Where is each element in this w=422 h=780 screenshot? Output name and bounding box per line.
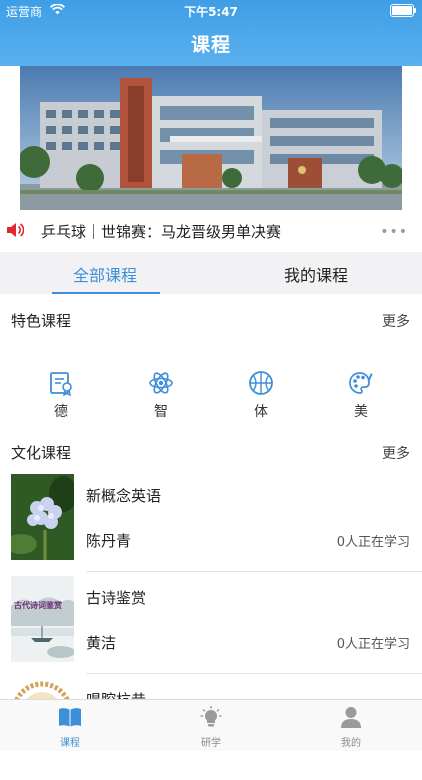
status-bar: 运营商 下午5:47 [0,2,422,20]
palette-icon [341,370,381,396]
course-card[interactable]: 新概念英语 陈丹青 0人正在学习 [0,474,422,576]
campus-building-image [20,66,402,210]
tabbar-label: 研学 [201,738,221,749]
tab-my-courses[interactable]: 我的课程 [284,262,348,286]
tabbar-study-tour[interactable]: 研学 [181,706,241,749]
course-tabs: 全部课程 我的课程 [0,252,422,294]
tabbar-profile[interactable]: 我的 [321,706,381,749]
clock: 下午5:47 [184,5,238,19]
category-moral[interactable]: 德 [41,370,81,421]
row-divider [86,673,422,674]
category-physical[interactable]: 体 [241,370,281,421]
featured-more-link[interactable]: 更多 [382,311,410,331]
basketball-icon [241,370,281,396]
speaker-icon [6,222,25,242]
culture-courses-header: 文化课程 更多 [0,436,422,474]
tabbar-courses[interactable]: 课程 [40,706,100,749]
row-divider [86,571,422,572]
category-label: 美 [354,404,368,420]
learner-count: 0人正在学习 [336,637,410,652]
tabbar-label: 课程 [60,738,80,749]
page-title: 课程 [190,34,231,56]
course-thumbnail [11,474,74,560]
thumbnail-caption: 古代诗词鉴赏 [14,601,62,610]
course-title: 古诗鉴赏 [86,589,147,607]
course-teacher: 陈丹青 [86,532,132,550]
category-label: 体 [254,404,268,420]
certificate-icon [41,370,81,396]
course-teacher: 黄洁 [86,634,117,652]
announcement-bar[interactable]: 乒乓球｜世锦赛：马龙晋级男单决赛 ••• [0,210,422,252]
banner-carousel[interactable] [0,66,422,210]
category-intellect[interactable]: 智 [141,370,181,421]
category-aesthetic[interactable]: 美 [341,370,381,421]
category-label: 智 [154,404,168,420]
course-thumbnail: 古代诗词鉴赏 [11,576,74,662]
course-card[interactable]: 古代诗词鉴赏 古诗鉴赏 黄洁 0人正在学习 [0,576,422,678]
book-icon [58,708,82,732]
culture-section-title: 文化课程 [11,444,72,462]
tabbar-label: 我的 [341,738,361,749]
tab-all-courses[interactable]: 全部课程 [73,262,137,286]
navigation-header: 运营商 下午5:47 课程 [0,0,422,66]
lightbulb-icon [199,706,223,732]
user-icon [339,707,363,732]
culture-more-link[interactable]: 更多 [382,443,410,463]
bottom-tab-bar: 课程 研学 我的 [0,699,422,751]
course-title: 新概念英语 [86,487,162,505]
battery-icon [390,4,416,17]
learner-count: 0人正在学习 [336,535,410,550]
announcement-text[interactable]: 乒乓球｜世锦赛：马龙晋级男单决赛 [41,221,281,242]
category-label: 德 [54,404,68,420]
featured-section-title: 特色课程 [11,312,72,330]
atom-icon [141,370,181,396]
more-options-icon[interactable]: ••• [380,224,408,240]
